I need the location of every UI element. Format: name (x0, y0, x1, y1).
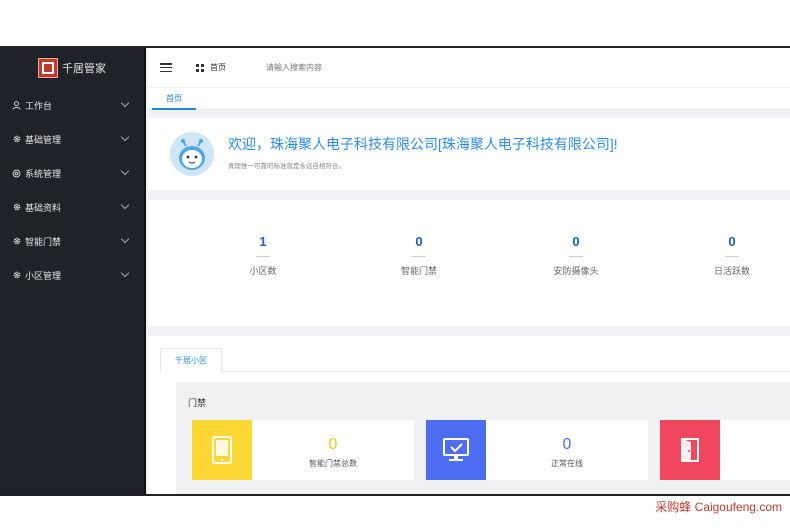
chevron-down-icon (120, 132, 130, 142)
door-icon (660, 420, 720, 480)
welcome-title: 欢迎，珠海聚人电子科技有限公司[珠海聚人电子科技有限公司]! (228, 136, 618, 152)
stat-label: 智能门禁 (400, 266, 437, 276)
breadcrumb[interactable]: 首页 (210, 62, 226, 73)
user-icon (12, 100, 21, 110)
sidebar-menu: 工作台 基础管理 系统管理 基础资料 智能门禁 小区管理 (0, 88, 144, 292)
sidebar: 千居管家 工作台 基础管理 系统管理 基础资料 智能门禁 小区管理 (0, 48, 146, 494)
welcome-subtitle: 真理惟一可靠的标准就是永远自相符合。 (228, 163, 345, 170)
sidebar-item-community-management[interactable]: 小区管理 (0, 258, 144, 292)
sidebar-item-label: 智能门禁 (25, 236, 62, 247)
sidebar-item-smart-access[interactable]: 智能门禁 (0, 224, 144, 258)
stats-card: 1 小区数 0 智能门禁 0 安防摄像头 0 日活跃数 (148, 200, 790, 326)
divider (569, 256, 583, 257)
card-label: 智能门禁总数 (309, 459, 357, 468)
stat-label: 小区数 (249, 266, 277, 276)
menu-toggle-icon[interactable] (160, 63, 172, 72)
chevron-down-icon (120, 166, 130, 176)
grid-icon (196, 63, 204, 72)
stat-value: 0 (728, 234, 736, 249)
gear-icon (12, 203, 21, 212)
divider (412, 256, 426, 257)
access-section: 门禁 0 智能门禁总数 0 正常在线 (176, 382, 790, 494)
chevron-down-icon (120, 200, 130, 210)
card-value: 0 (562, 436, 572, 453)
tab-home[interactable]: 首页 (152, 88, 196, 110)
gear-icon (12, 271, 21, 280)
stat-cameras: 0 安防摄像头 (536, 234, 616, 277)
divider (725, 256, 739, 257)
settings-icon (12, 169, 21, 178)
sidebar-item-workbench[interactable]: 工作台 (0, 88, 144, 122)
divider (256, 256, 270, 257)
monitor-check-icon (426, 420, 486, 480)
app-frame: 千居管家 工作台 基础管理 系统管理 基础资料 智能门禁 小区管理 首页 请输入… (0, 46, 790, 496)
sidebar-item-basic-data[interactable]: 基础资料 (0, 190, 144, 224)
gear-icon (12, 135, 21, 144)
section-title: 门禁 (188, 398, 207, 408)
sidebar-item-label: 基础管理 (25, 134, 62, 145)
stat-daily-active: 0 日活跃数 (692, 234, 772, 277)
sidebar-item-label: 小区管理 (25, 270, 62, 281)
app-title: 千居管家 (62, 63, 106, 75)
sidebar-item-label: 系统管理 (25, 168, 62, 179)
avatar (170, 132, 214, 176)
panel-tab-bar: 千居小区 (160, 348, 790, 373)
logo-icon (38, 58, 58, 78)
stat-smart-access: 0 智能门禁 (379, 234, 459, 277)
chevron-down-icon (120, 234, 130, 244)
card-value: 0 (328, 436, 338, 453)
search-input[interactable] (266, 63, 406, 72)
welcome-card: 欢迎，珠海聚人电子科技有限公司[珠海聚人电子科技有限公司]! 真理惟一可靠的标准… (148, 118, 790, 190)
stat-label: 安防摄像头 (553, 266, 599, 276)
sidebar-item-basic-management[interactable]: 基础管理 (0, 122, 144, 156)
sidebar-item-label: 工作台 (25, 100, 53, 111)
card-door[interactable] (660, 420, 790, 480)
stat-value: 1 (259, 234, 267, 249)
logo-area: 千居管家 (0, 48, 144, 88)
sidebar-item-label: 基础资料 (25, 202, 62, 213)
gear-icon (12, 237, 21, 246)
tab-community[interactable]: 千居小区 (160, 348, 222, 373)
card-total-access[interactable]: 0 智能门禁总数 (192, 420, 414, 480)
page-tab-bar: 首页 (148, 88, 790, 110)
stat-communities: 1 小区数 (223, 234, 303, 277)
top-bar: 首页 (148, 48, 790, 88)
sidebar-item-system-management[interactable]: 系统管理 (0, 156, 144, 190)
community-panel: 千居小区 门禁 0 智能门禁总数 0 正常在线 (148, 336, 790, 494)
chevron-down-icon (120, 268, 130, 278)
watermark: 采购蜂 Caigoufeng.com (655, 500, 782, 514)
card-online[interactable]: 0 正常在线 (426, 420, 648, 480)
stat-value: 0 (415, 234, 423, 249)
tablet-icon (192, 420, 252, 480)
stat-label: 日活跃数 (713, 266, 750, 276)
stat-value: 0 (572, 234, 580, 249)
main-content: 首页 首页 欢迎，珠海聚人电子科技 (148, 48, 790, 494)
card-label: 正常在线 (551, 459, 583, 468)
chevron-down-icon (120, 98, 130, 108)
